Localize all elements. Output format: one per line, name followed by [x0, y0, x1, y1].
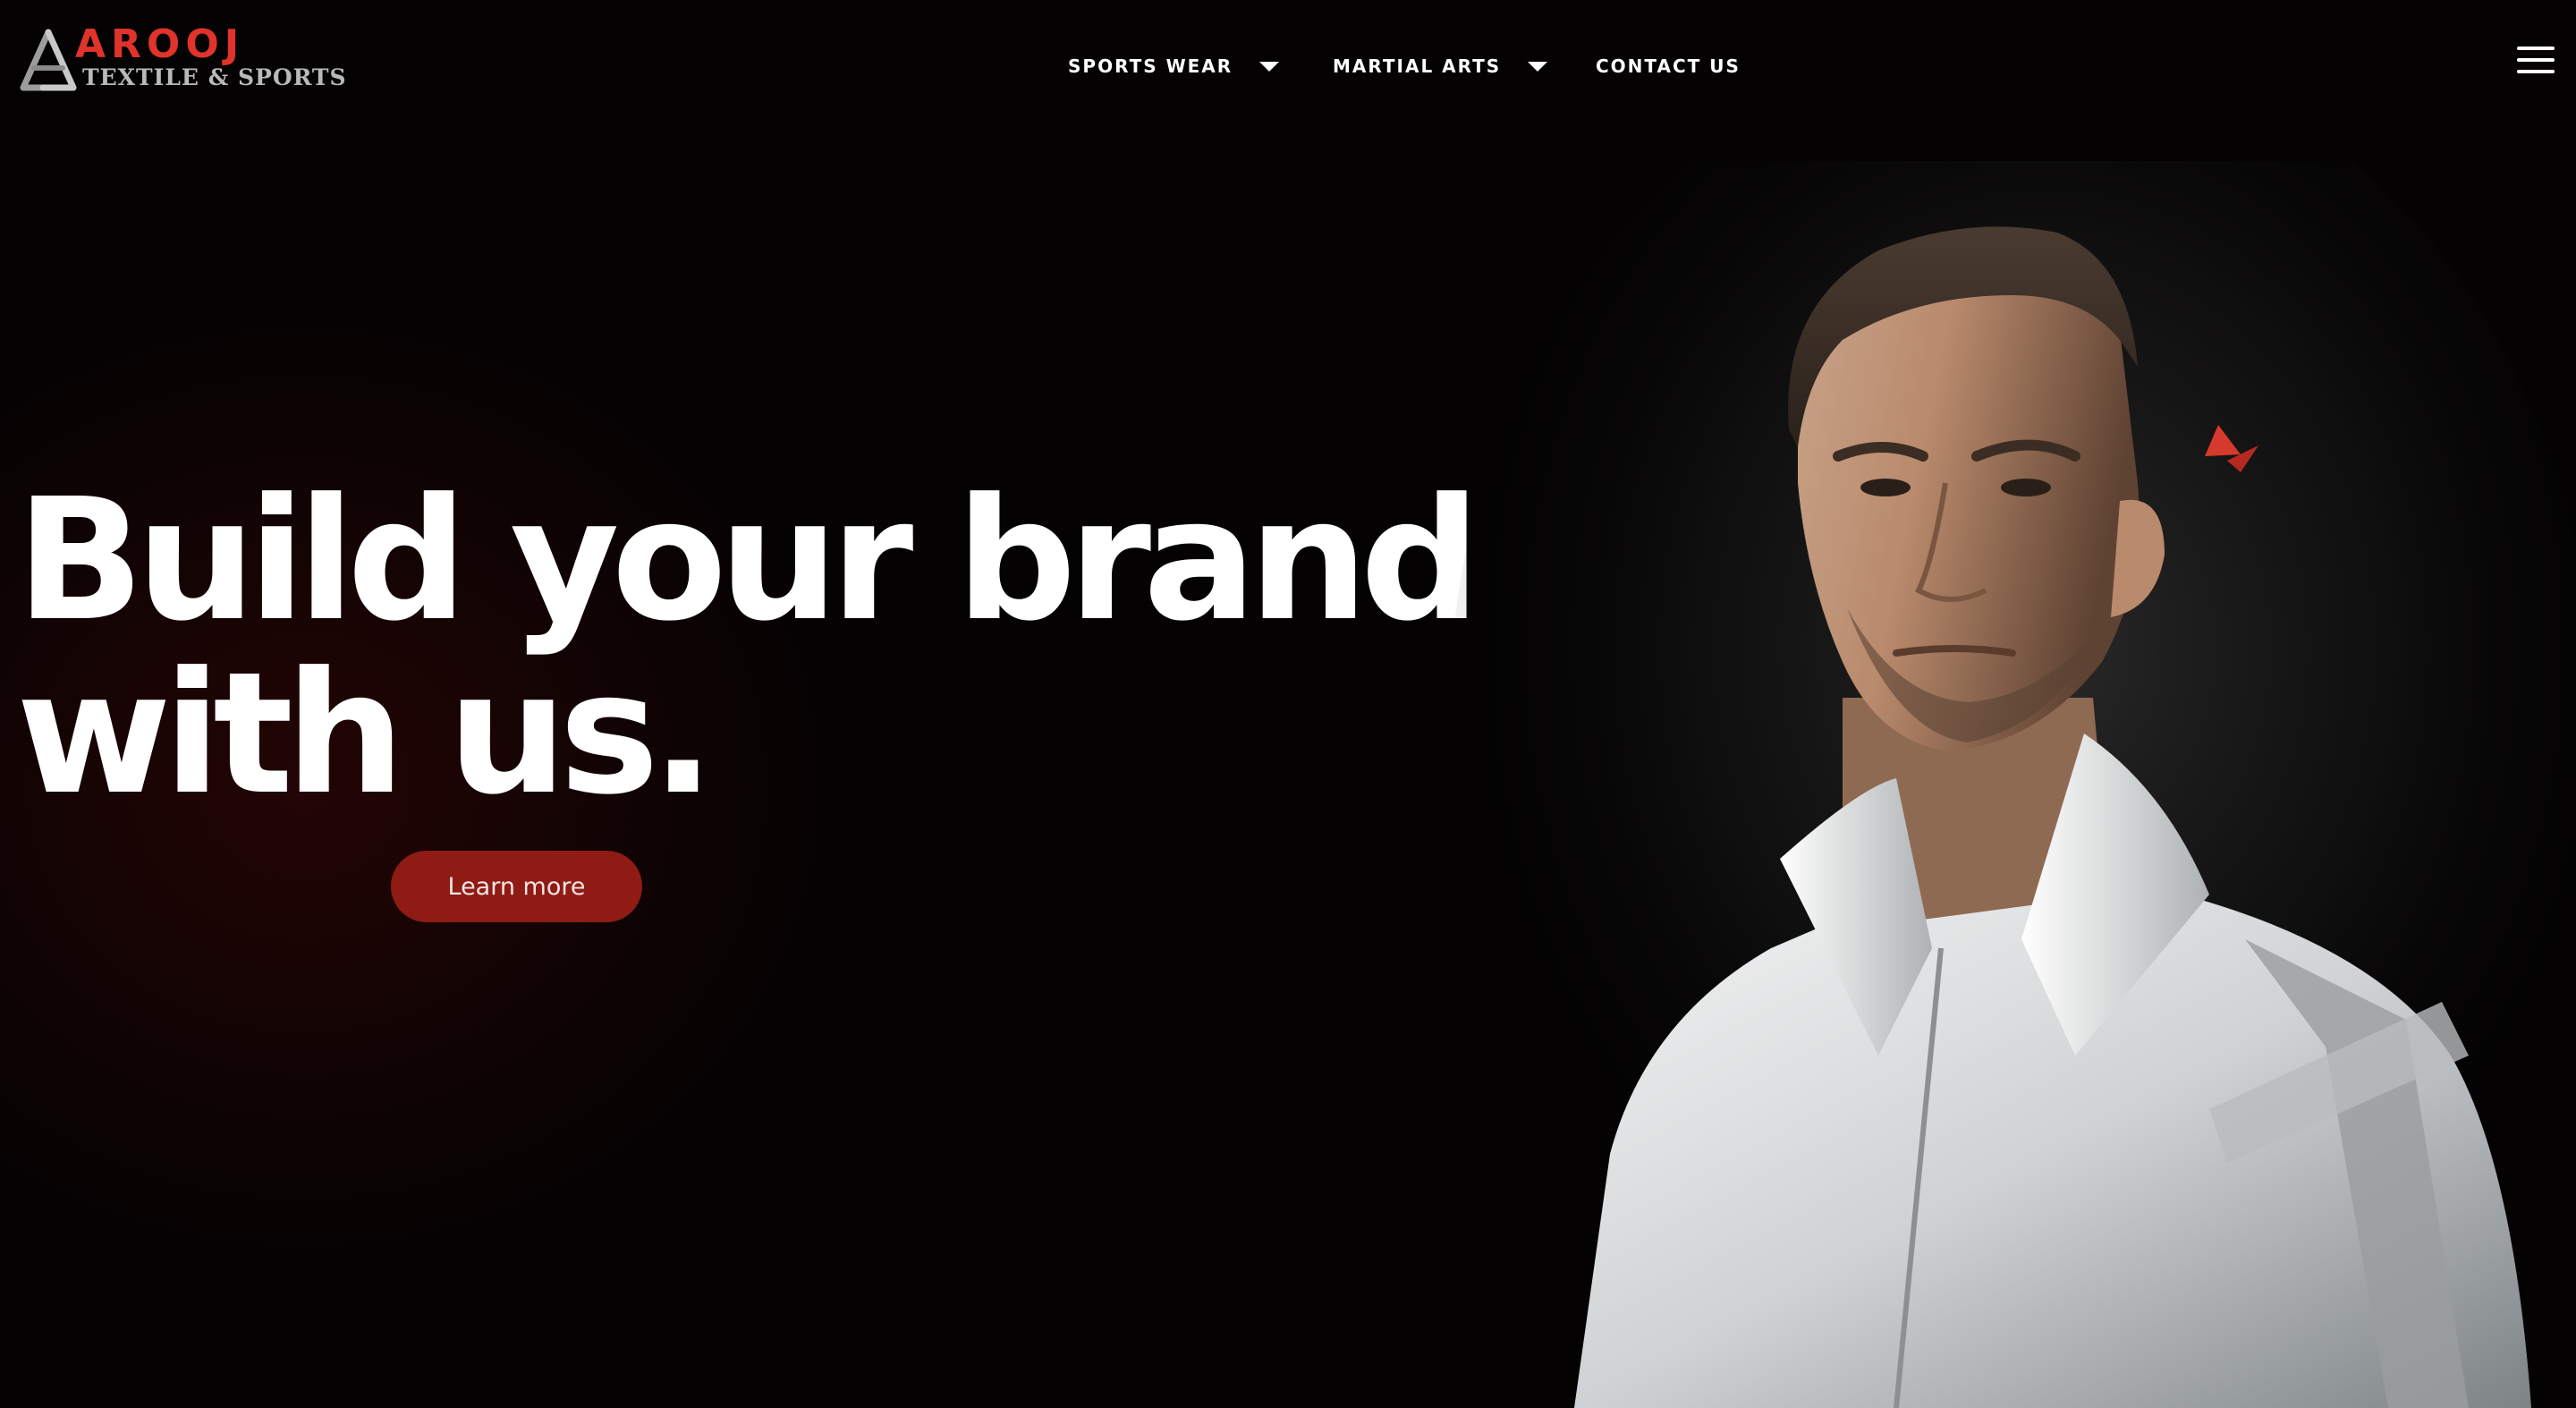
nav-item-sports-wear[interactable]: SPORTS WEAR — [1068, 50, 1333, 82]
hero-portrait-image — [1449, 161, 2576, 1408]
menu-bar — [2517, 47, 2555, 50]
menu-bar — [2517, 70, 2555, 73]
hero-title-line-2: with us. — [16, 636, 715, 832]
nav-item-label: MARTIAL ARTS — [1333, 55, 1502, 77]
caret-down-icon — [1528, 61, 1548, 72]
nav-item-label: SPORTS WEAR — [1068, 55, 1233, 77]
brand-logo[interactable]: AROOJ TEXTILE & SPORTS — [18, 21, 346, 95]
learn-more-button[interactable]: Learn more — [391, 851, 642, 922]
brand-name: AROOJ — [75, 21, 245, 67]
hero-title-line-1: Build your brand — [16, 462, 1480, 658]
landing-page: AROOJ TEXTILE & SPORTS SPORTS WEAR MARTI… — [0, 0, 2576, 1408]
brand-tagline: TEXTILE & SPORTS — [82, 64, 347, 90]
menu-bar — [2517, 58, 2555, 62]
nav-item-label: CONTACT US — [1596, 55, 1741, 77]
nav-item-contact-us[interactable]: CONTACT US — [1596, 50, 1741, 82]
hamburger-menu-icon[interactable] — [2517, 45, 2555, 75]
hero-title: Build your brand with us. — [16, 474, 1483, 821]
main-nav: SPORTS WEAR MARTIAL ARTS CONTACT US — [1068, 50, 1741, 82]
caret-down-icon — [1259, 61, 1280, 72]
nav-item-martial-arts[interactable]: MARTIAL ARTS — [1333, 50, 1596, 82]
